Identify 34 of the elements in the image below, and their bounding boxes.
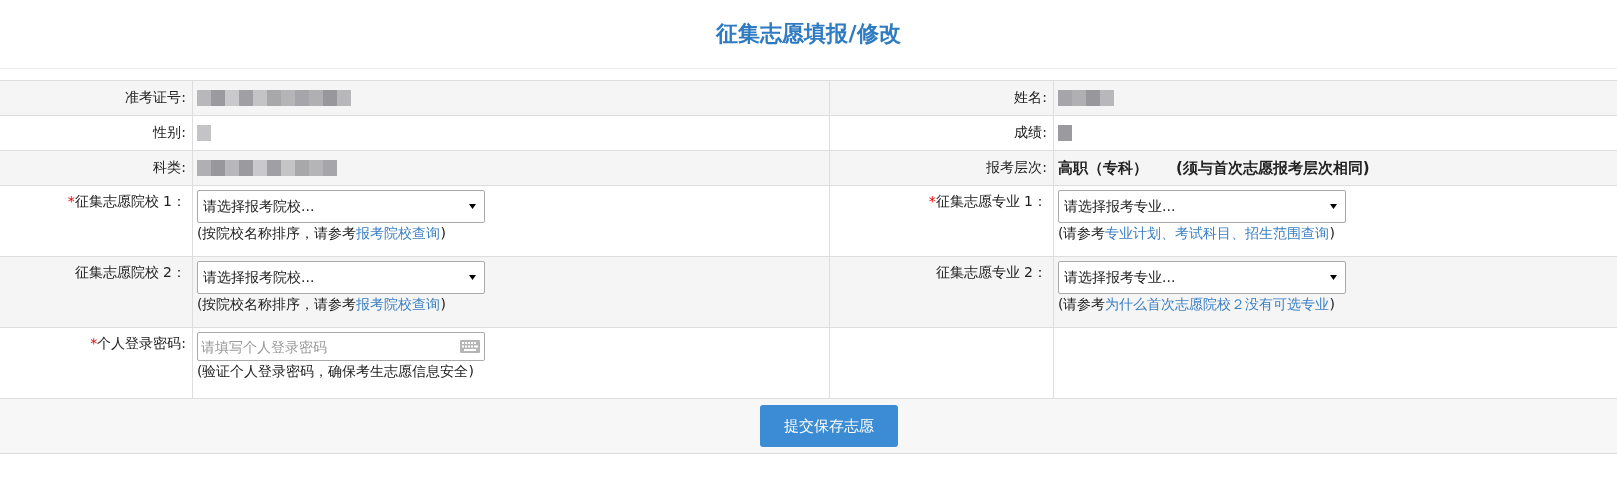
page-title: 征集志愿填报/修改 <box>714 20 902 48</box>
field-label: 科类: <box>153 159 186 177</box>
query-link[interactable]: 报考院校查询 <box>356 225 441 241</box>
field-label: 成绩: <box>1014 124 1047 142</box>
caret-icon <box>1330 275 1337 280</box>
submit-button[interactable]: 提交保存志愿 <box>759 405 898 447</box>
field-label: 性别: <box>153 124 186 142</box>
caret-icon <box>469 204 476 209</box>
field-label: *征集志愿院校 1： <box>67 193 186 209</box>
field-label: 准考证号: <box>125 89 186 107</box>
field-note: (须与首次志愿报考层次相同) <box>1176 158 1370 178</box>
keyboard-icon[interactable] <box>460 340 480 353</box>
select-field[interactable]: 请选择报考院校... <box>197 190 485 223</box>
hint-text: (按院校名称排序，请参考报考院校查询) <box>197 296 446 314</box>
hint-text: (请参考专业计划、考试科目、招生范围查询) <box>1058 225 1335 243</box>
query-link[interactable]: 专业计划、考试科目、招生范围查询 <box>1105 225 1330 241</box>
hint-text: (请参考为什么首次志愿院校２没有可选专业) <box>1058 296 1335 314</box>
hint-text: (按院校名称排序，请参考报考院校查询) <box>197 225 446 243</box>
password-field[interactable]: 请填写个人登录密码 <box>197 332 485 361</box>
field-label: 姓名: <box>1014 89 1047 107</box>
field-label: 征集志愿院校 2： <box>74 264 186 280</box>
field-label: 征集志愿专业 2： <box>935 264 1047 280</box>
select-field[interactable]: 请选择报考专业... <box>1058 261 1346 294</box>
field-label: 报考层次: <box>986 159 1047 177</box>
caret-icon <box>469 275 476 280</box>
field-value: 高职（专科） <box>1058 158 1148 178</box>
query-link[interactable]: 为什么首次志愿院校２没有可选专业 <box>1105 296 1330 312</box>
select-field[interactable]: 请选择报考专业... <box>1058 190 1346 223</box>
select-field[interactable]: 请选择报考院校... <box>197 261 485 294</box>
hint-text: (验证个人登录密码，确保考生志愿信息安全) <box>197 363 474 381</box>
query-link[interactable]: 报考院校查询 <box>356 296 441 312</box>
field-label: *征集志愿专业 1： <box>928 193 1047 209</box>
caret-icon <box>1330 204 1337 209</box>
field-label: *个人登录密码: <box>90 335 186 351</box>
